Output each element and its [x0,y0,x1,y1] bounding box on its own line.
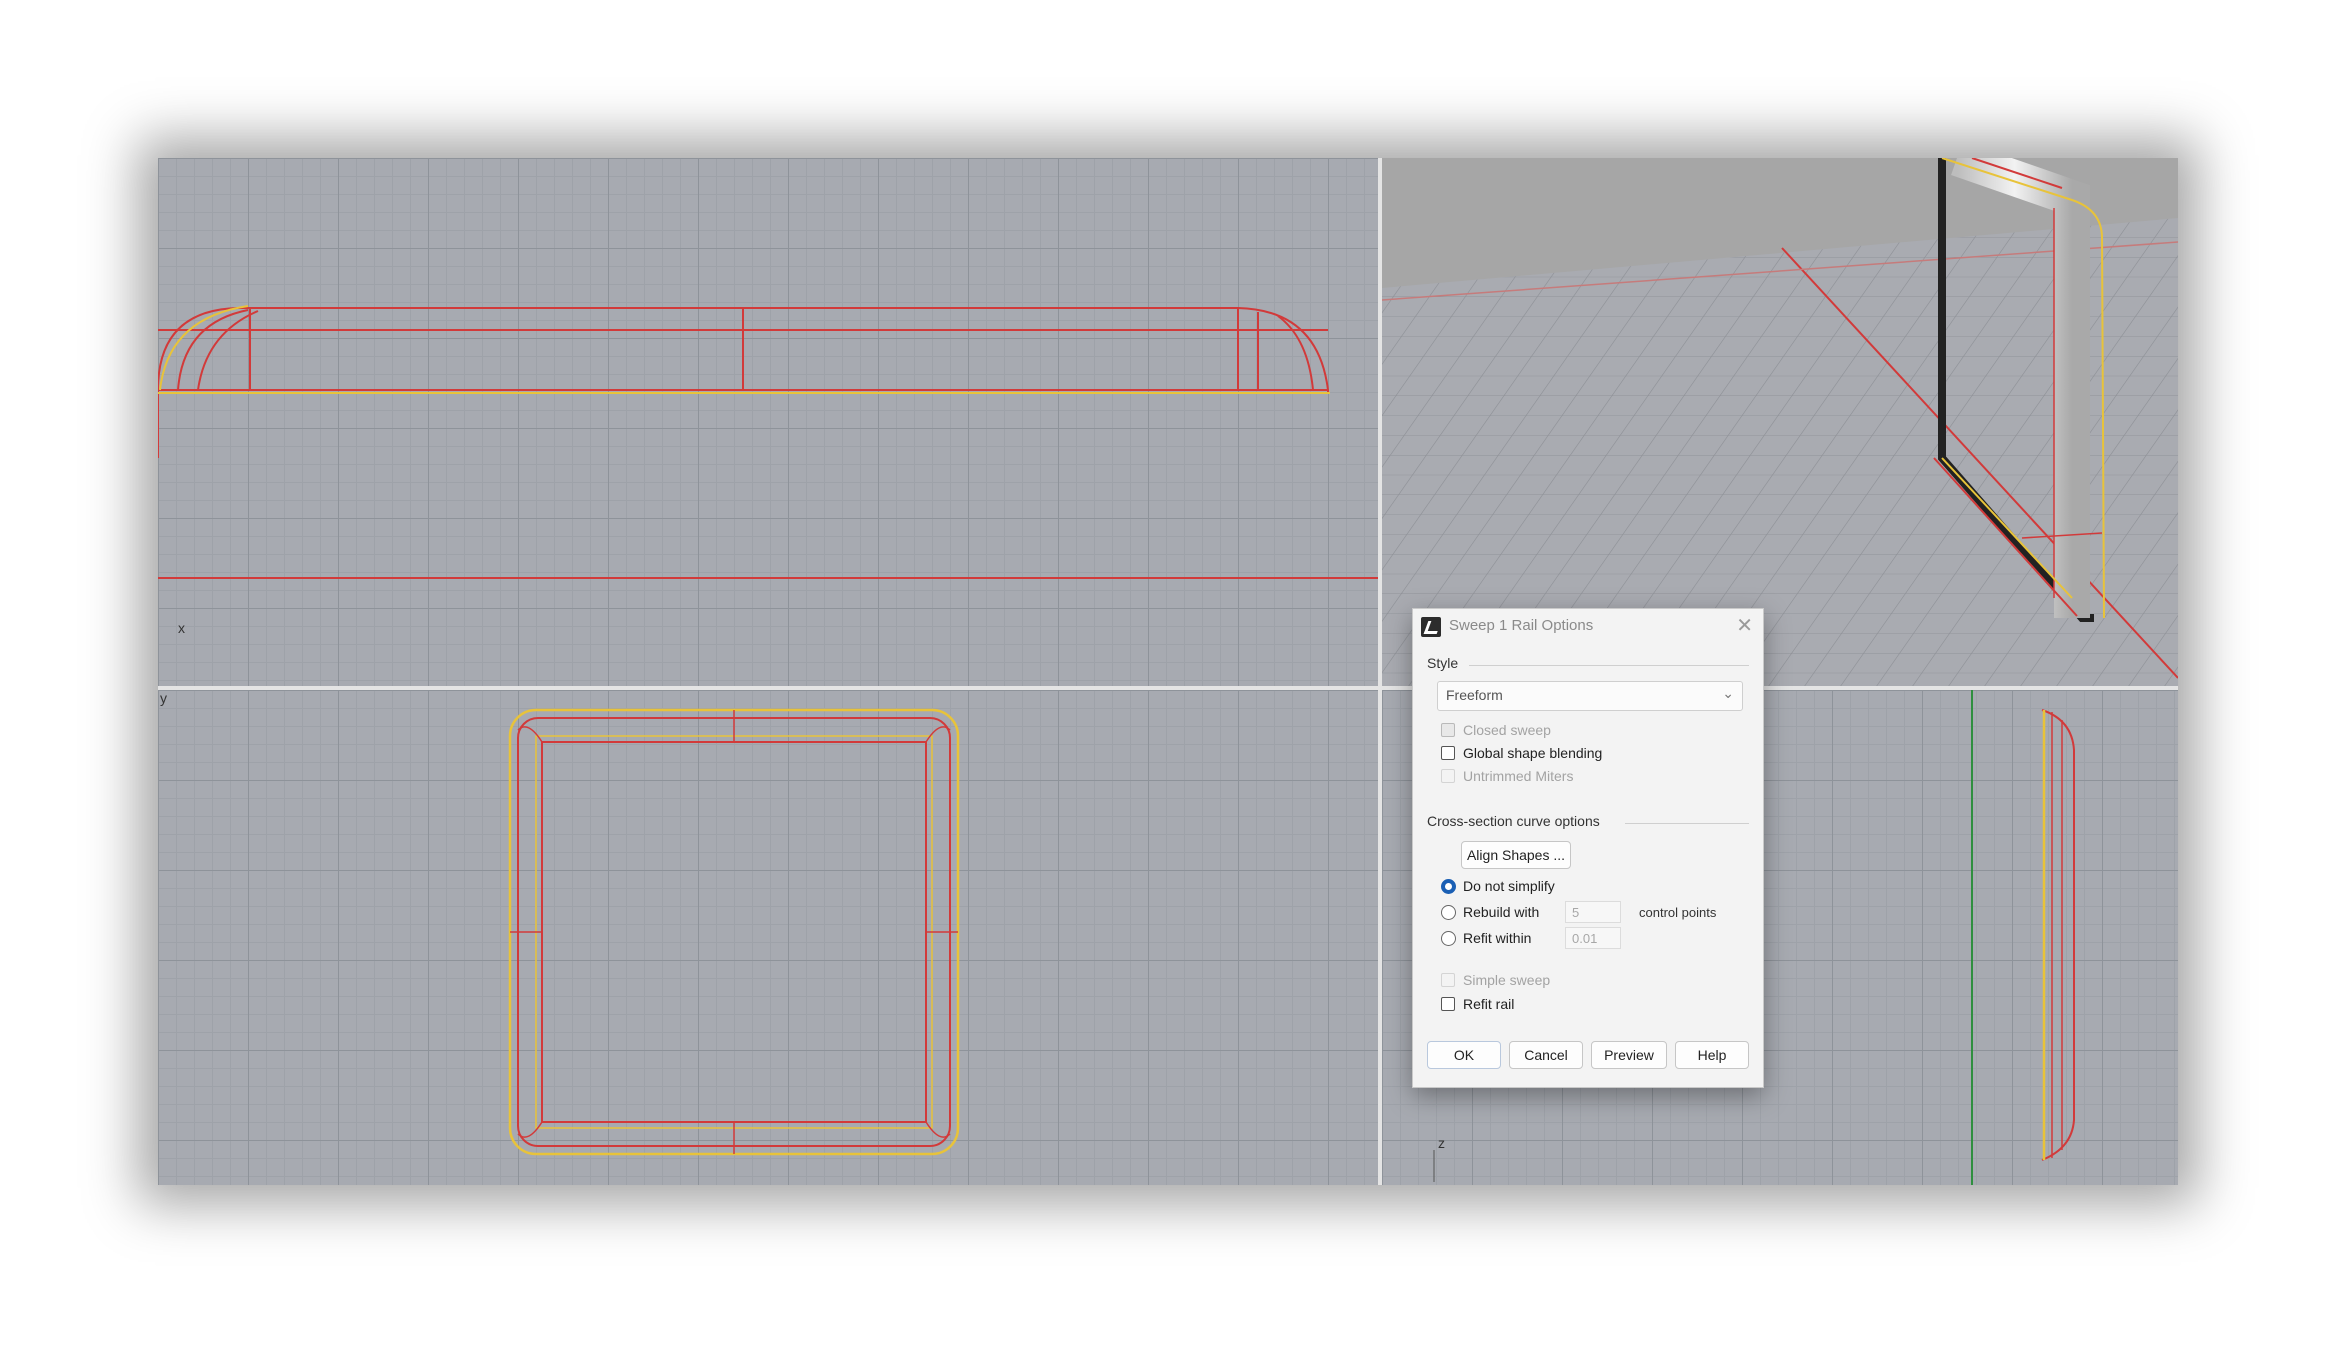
viewport-divider-vertical[interactable] [1378,158,1382,1185]
cross-section-group-label: Cross-section curve options [1427,813,1600,829]
closed-sweep-label: Closed sweep [1463,722,1551,738]
global-shape-blending-checkbox[interactable] [1441,746,1455,760]
do-not-simplify-label[interactable]: Do not simplify [1463,878,1555,894]
dialog-title: Sweep 1 Rail Options [1449,617,1594,634]
front-viewport[interactable]: x [158,158,1378,686]
refit-rail-label[interactable]: Refit rail [1463,996,1514,1012]
side-profile-curves [2041,709,2075,1161]
rhino-app-icon [1421,617,1441,637]
rebuild-with-radio[interactable] [1441,905,1456,920]
dialog-title-bar[interactable]: Sweep 1 Rail Options ✕ [1413,609,1763,643]
rebuild-count-input[interactable] [1565,901,1621,923]
refit-rail-checkbox[interactable] [1441,997,1455,1011]
right-axis-label: z [1438,1135,1445,1151]
rhino-workspace: x y z Sweep 1 Rail Options ✕ Style Freef… [158,158,2178,1185]
refit-within-label[interactable]: Refit within [1463,930,1531,946]
control-points-label: control points [1639,905,1717,920]
untrimmed-miters-checkbox [1441,769,1455,783]
align-shapes-button[interactable]: Align Shapes ... [1461,841,1571,869]
help-button[interactable]: Help [1675,1041,1749,1069]
top-viewport[interactable]: y [158,690,1378,1185]
ok-button[interactable]: OK [1427,1041,1501,1069]
top-axis-label: y [160,690,167,706]
closed-sweep-checkbox [1441,723,1455,737]
style-select-value: Freeform [1446,687,1503,703]
chevron-down-icon: ⌄ [1722,685,1734,701]
simple-sweep-checkbox [1441,973,1455,987]
simple-sweep-label: Simple sweep [1463,972,1551,988]
refit-within-radio[interactable] [1441,931,1456,946]
front-view-geometry [158,305,1378,579]
rebuild-with-label[interactable]: Rebuild with [1463,904,1539,920]
front-axis-label: x [178,620,185,636]
global-shape-blending-label[interactable]: Global shape blending [1463,745,1602,761]
style-group-label: Style [1427,655,1459,671]
top-view-geometry [508,708,960,1156]
perspective-viewport[interactable] [1382,158,2178,686]
untrimmed-miters-label: Untrimmed Miters [1463,768,1574,784]
sweep-1-rail-options-dialog[interactable]: Sweep 1 Rail Options ✕ Style Freeform ⌄ … [1412,608,1764,1088]
style-select[interactable]: Freeform ⌄ [1437,681,1743,711]
preview-button[interactable]: Preview [1591,1041,1667,1069]
style-group-divider [1469,665,1749,666]
cancel-button[interactable]: Cancel [1509,1041,1583,1069]
close-icon[interactable]: ✕ [1736,613,1753,638]
viewport-divider-horizontal[interactable] [158,686,2178,690]
do-not-simplify-radio[interactable] [1441,879,1456,894]
perspective-view-geometry [1382,158,2178,686]
refit-tolerance-input[interactable] [1565,927,1621,949]
cross-section-group-divider [1625,823,1749,824]
rounded-frame-curves [508,708,960,1156]
rail-profile-curves [158,307,1329,458]
